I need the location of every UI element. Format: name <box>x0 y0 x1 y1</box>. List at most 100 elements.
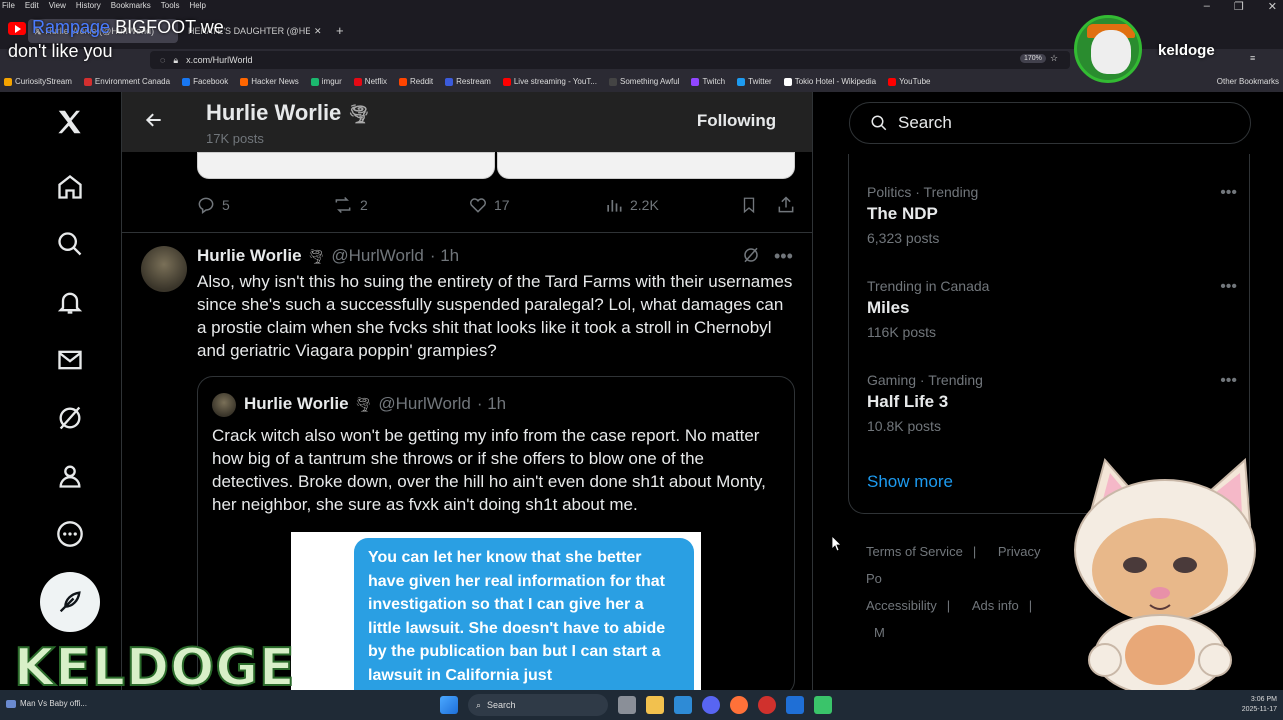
tweet-header: Hurlie Worlie 🌪︎ @HurlWorld · 1h <box>197 246 459 266</box>
bookmark-environment-canada[interactable]: Environment Canada <box>83 77 170 86</box>
streamer-avatar <box>1074 15 1142 83</box>
more-icon[interactable] <box>54 518 86 550</box>
trend-item[interactable]: Trending in Canada Miles 116K posts ••• <box>867 278 1237 340</box>
tornado-emoji-icon: 🌪︎ <box>347 104 371 124</box>
compose-post-button[interactable] <box>40 572 100 632</box>
bookmark-youtube[interactable]: YouTube <box>888 77 931 86</box>
menu-edit[interactable]: Edit <box>25 1 39 10</box>
following-button[interactable]: Following <box>678 102 795 140</box>
windows-start-icon[interactable] <box>440 696 458 714</box>
footer-links: Terms of Service | Privacy Po Accessibili… <box>866 544 1041 640</box>
previous-tweet-media[interactable] <box>197 152 795 179</box>
menu-bookmarks[interactable]: Bookmarks <box>111 1 151 10</box>
menu-view[interactable]: View <box>49 1 66 10</box>
like-button[interactable]: 17 <box>468 195 510 215</box>
app-icon[interactable] <box>814 696 832 714</box>
bookmark-twitch[interactable]: Twitch <box>691 77 725 86</box>
media-image[interactable] <box>197 152 495 179</box>
menu-history[interactable]: History <box>76 1 101 10</box>
quote-screenshot-image[interactable]: You can let her know that she better hav… <box>291 532 701 690</box>
trend-more-icon[interactable]: ••• <box>1220 184 1237 202</box>
notifications-icon[interactable] <box>54 286 86 318</box>
bookmark-favicon-icon <box>609 77 617 86</box>
author-handle[interactable]: @HurlWorld <box>331 246 424 266</box>
bookmark-live-streaming[interactable]: Live streaming - YouT... <box>502 77 597 86</box>
profile-icon[interactable] <box>54 460 86 492</box>
media-icon <box>6 699 16 708</box>
bookmark-restream[interactable]: Restream <box>445 77 491 86</box>
task-view-icon[interactable] <box>618 696 636 714</box>
bookmark-facebook[interactable]: Facebook <box>182 77 228 86</box>
bookmark-favicon-icon <box>888 77 897 86</box>
app-icon[interactable] <box>786 696 804 714</box>
terms-link[interactable]: Terms of Service <box>866 544 963 559</box>
trend-item[interactable]: Politics · Trending The NDP 6,323 posts … <box>867 184 1237 246</box>
bookmark-reddit[interactable]: Reddit <box>399 77 433 86</box>
zoom-level[interactable]: 170% <box>1020 54 1046 63</box>
trend-item[interactable]: Gaming · Trending Half Life 3 10.8K post… <box>867 372 1237 434</box>
trend-more-icon[interactable]: ••• <box>1220 372 1237 390</box>
post-count: 17K posts <box>206 131 264 146</box>
bookmark-button[interactable] <box>740 195 758 215</box>
new-tab-icon[interactable]: + <box>336 23 344 38</box>
avatar-face <box>1091 30 1131 74</box>
messages-icon[interactable] <box>54 344 86 376</box>
close-tab-icon[interactable]: ✕ <box>314 26 322 37</box>
search-input[interactable]: Search <box>849 102 1251 144</box>
avatar[interactable] <box>141 246 187 292</box>
share-button[interactable] <box>776 195 796 215</box>
bookmark-favicon-icon <box>310 77 319 86</box>
trend-more-icon[interactable]: ••• <box>1220 278 1237 296</box>
taskbar-search[interactable]: ⌕ Search <box>468 694 608 716</box>
views-button[interactable]: 2.2K <box>604 195 659 215</box>
menu-tools[interactable]: Tools <box>161 1 180 10</box>
quote-text: Crack witch also won't be getting my inf… <box>212 426 766 514</box>
file-explorer-icon[interactable] <box>646 696 664 714</box>
discord-icon[interactable] <box>702 696 720 714</box>
more-link[interactable]: M <box>874 625 885 640</box>
more-options-icon[interactable]: ••• <box>774 246 793 267</box>
bookmark-imgur[interactable]: imgur <box>310 77 342 86</box>
bookmark-twitter[interactable]: Twitter <box>737 77 772 86</box>
tweet-time[interactable]: · 1h <box>430 246 459 266</box>
bookmark-curiositystream[interactable]: CuriosityStream <box>4 77 72 86</box>
accessibility-link[interactable]: Accessibility <box>866 598 937 613</box>
ads-info-link[interactable]: Ads info <box>972 598 1019 613</box>
search-icon: ⌕ <box>476 699 482 710</box>
back-arrow-icon[interactable] <box>144 110 164 135</box>
x-logo-icon[interactable] <box>54 106 86 138</box>
bookmark-netflix[interactable]: Netflix <box>353 77 387 86</box>
timeline: Hurlie Worlie 🌪︎ 17K posts Following 5 2… <box>121 92 813 690</box>
system-clock[interactable]: 3:06 PM 2025-11-17 <box>1242 695 1277 715</box>
bookmark-star-icon[interactable]: ☆ <box>1050 53 1058 64</box>
menu-file[interactable]: File <box>2 1 15 10</box>
bookmark-hacker-news[interactable]: Hacker News <box>240 77 299 86</box>
avatar <box>212 393 236 417</box>
home-icon[interactable] <box>54 171 86 203</box>
keldoge-banner: KELDOGE <box>13 638 296 698</box>
browser-menubar: File Edit View History Bookmarks Tools H… <box>0 0 1283 13</box>
reply-button[interactable]: 5 <box>196 195 230 215</box>
menu-help[interactable]: Help <box>189 1 205 10</box>
other-bookmarks[interactable]: Other Bookmarks <box>1217 77 1279 86</box>
menu-hamburger-icon[interactable]: ≡ <box>1250 53 1255 63</box>
chat-overlay: Rampage BIGFOOT we don't like you <box>8 15 268 63</box>
app-icon[interactable] <box>758 696 776 714</box>
address-bar[interactable]: ◌ 🔒︎ x.com/HurlWorld 170% ☆ <box>150 51 1070 69</box>
bookmark-favicon-icon <box>83 77 92 86</box>
media-image[interactable] <box>497 152 795 179</box>
show-more-link[interactable]: Show more <box>867 472 953 492</box>
explore-icon[interactable] <box>54 228 86 260</box>
grok-icon[interactable] <box>742 246 760 269</box>
repost-button[interactable]: 2 <box>332 195 368 215</box>
heart-icon <box>470 198 486 213</box>
firefox-icon[interactable] <box>730 696 748 714</box>
quote-author-name: Hurlie Worlie <box>244 394 349 413</box>
bookmark-tokio-hotel[interactable]: Tokio Hotel - Wikipedia <box>783 77 876 86</box>
author-name[interactable]: Hurlie Worlie <box>197 246 302 266</box>
bookmark-something-awful[interactable]: Something Awful <box>609 77 679 86</box>
windows-taskbar: Man Vs Baby offi... ⌕ Search 3:06 PM 202… <box>0 690 1283 720</box>
app-icon[interactable] <box>674 696 692 714</box>
grok-icon[interactable] <box>54 402 86 434</box>
taskbar-widget[interactable]: Man Vs Baby offi... <box>6 699 87 708</box>
